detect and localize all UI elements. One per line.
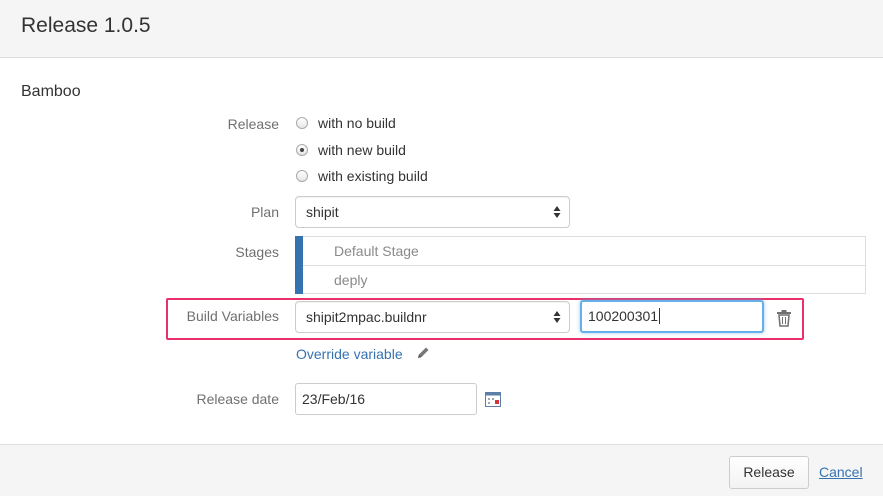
stages-accent-bar bbox=[295, 236, 303, 294]
radio-option-existing-build[interactable]: with existing build bbox=[296, 167, 428, 185]
calendar-icon[interactable] bbox=[485, 391, 501, 407]
override-variable-label: Override variable bbox=[296, 346, 403, 362]
variable-select[interactable]: shipit2mpac.buildnr bbox=[295, 301, 570, 333]
plan-select-value: shipit bbox=[306, 204, 339, 220]
trash-icon[interactable] bbox=[776, 309, 792, 327]
radio-option-new-build[interactable]: with new build bbox=[296, 141, 406, 159]
override-variable-link[interactable]: Override variable bbox=[296, 346, 403, 362]
variable-value-text: 100200301 bbox=[588, 308, 659, 324]
radio-new-build[interactable] bbox=[296, 144, 308, 156]
radio-no-build[interactable] bbox=[296, 117, 308, 129]
radio-label: with new build bbox=[318, 142, 406, 158]
cancel-link[interactable]: Cancel bbox=[819, 464, 863, 480]
radio-option-no-build[interactable]: with no build bbox=[296, 114, 396, 132]
release-date-input[interactable]: 23/Feb/16 bbox=[295, 383, 477, 415]
release-button[interactable]: Release bbox=[729, 456, 809, 489]
stages-label: Stages bbox=[235, 244, 279, 260]
release-label: Release bbox=[227, 116, 279, 132]
text-caret bbox=[659, 308, 661, 324]
select-arrows-icon bbox=[553, 311, 561, 323]
dialog-header: Release 1.0.5 bbox=[0, 0, 883, 58]
dialog-title: Release 1.0.5 bbox=[21, 14, 151, 37]
radio-label: with existing build bbox=[318, 168, 428, 184]
select-arrows-icon bbox=[553, 206, 561, 218]
variable-select-value: shipit2mpac.buildnr bbox=[306, 309, 427, 325]
pencil-icon[interactable] bbox=[416, 346, 430, 360]
stages-list: Default Stage deply bbox=[295, 236, 866, 294]
stage-item: deply bbox=[334, 272, 368, 288]
build-variables-label: Build Variables bbox=[186, 308, 279, 324]
variable-value-input[interactable]: 100200301 bbox=[580, 300, 764, 333]
release-date-label: Release date bbox=[196, 391, 279, 407]
plan-select[interactable]: shipit bbox=[295, 196, 570, 228]
section-title: Bamboo bbox=[21, 83, 81, 100]
plan-label: Plan bbox=[250, 204, 279, 220]
stage-item: Default Stage bbox=[303, 237, 865, 266]
radio-existing-build[interactable] bbox=[296, 170, 308, 182]
radio-label: with no build bbox=[318, 115, 396, 131]
release-date-value: 23/Feb/16 bbox=[302, 391, 366, 407]
